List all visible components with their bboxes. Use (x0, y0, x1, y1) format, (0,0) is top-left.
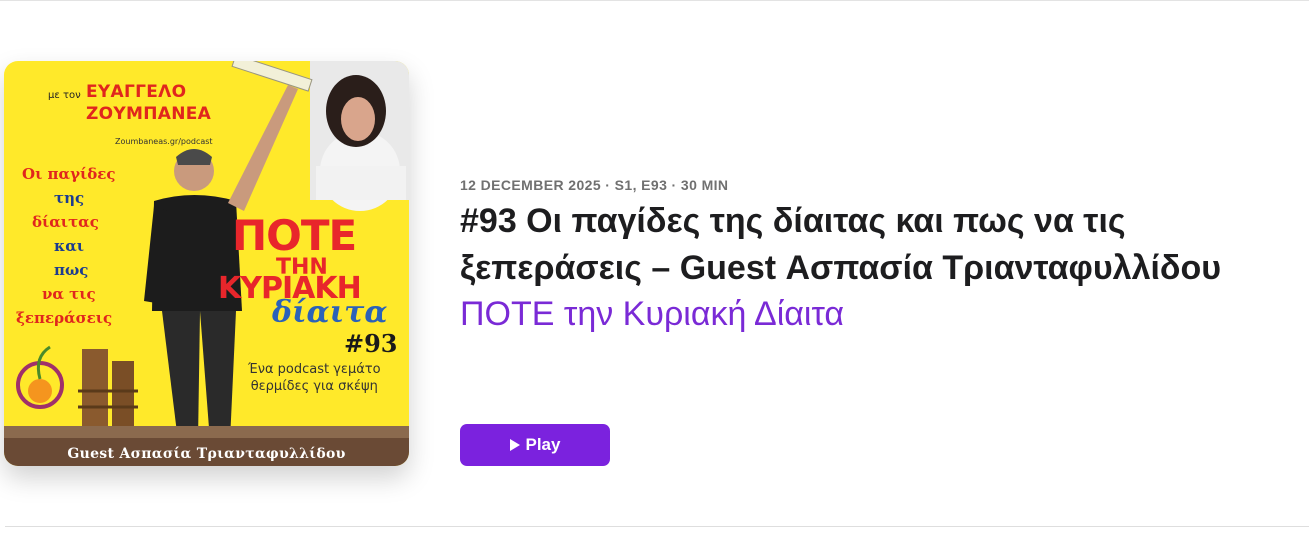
guest-banner-label: Guest Ασπασία Τριανταφυλλίδου (67, 446, 346, 462)
tagline-line: θερμίδες για σκέψη (250, 379, 378, 394)
episode-meta: 12 DECEMBER 2025 · S1, E93 · 30 MIN (460, 177, 729, 193)
bottom-divider (5, 526, 1309, 527)
play-button[interactable]: Play (460, 424, 610, 466)
show-name-link[interactable]: ΠΟΤΕ την Κυριακή Δίαιτα (460, 292, 844, 337)
episode-title: #93 Οι παγίδες της δίαιτας και πως να τι… (460, 202, 1222, 287)
topic-line: της (54, 189, 85, 207)
episode-artwork[interactable]: με τον ΕΥΑΓΓΕΛΟ ΖΟΥΜΠΑΝΕΑ Zoumbaneas.gr/… (4, 61, 409, 466)
topic-line: δίαιτας (32, 213, 99, 231)
play-button-label: Play (525, 435, 561, 454)
logo-word-diaita: δίαιτα (272, 295, 388, 330)
artwork-episode-number: #93 (344, 329, 398, 358)
host-prefix: με τον (48, 90, 81, 101)
topic-line: Οι παγίδες (22, 165, 116, 183)
topic-line: πως (54, 261, 89, 279)
topic-line: να τις (42, 285, 96, 303)
host-name-line2: ΖΟΥΜΠΑΝΕΑ (86, 104, 212, 124)
play-icon (509, 439, 520, 451)
topic-line: και (54, 237, 85, 255)
logo-word-pote: ΠΟΤΕ (232, 211, 357, 260)
host-name-line1: ΕΥΑΓΓΕΛΟ (86, 82, 187, 102)
artwork-tagline: Ένα podcast γεμάτο θερμίδες για σκέψη (248, 361, 381, 395)
topic-line: ξεπεράσεις (16, 309, 113, 327)
host-site: Zoumbaneas.gr/podcast (115, 137, 213, 146)
tagline-line: Ένα podcast γεμάτο (248, 362, 381, 377)
top-divider (0, 0, 1309, 1)
